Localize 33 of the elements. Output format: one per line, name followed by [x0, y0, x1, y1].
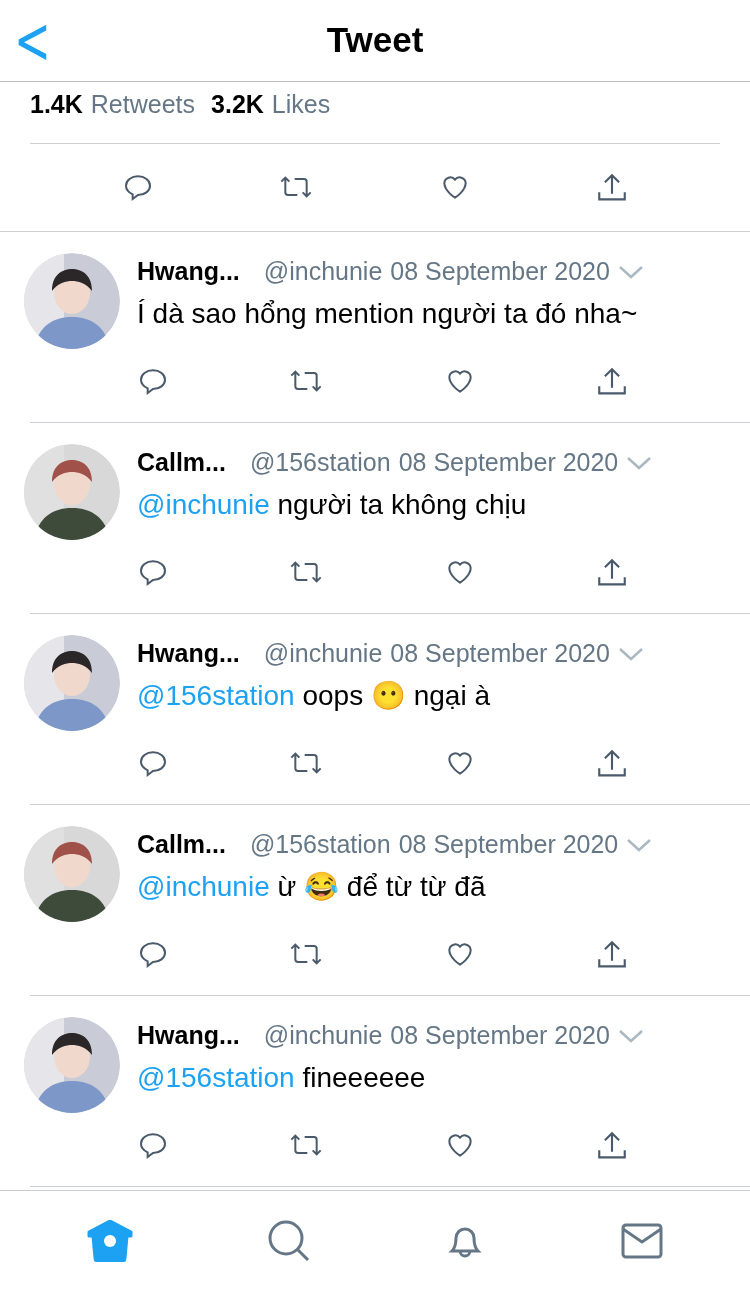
- reply-text: Í dà sao hổng mention người ta đó nha~: [137, 296, 639, 331]
- user-handle: @inchunie: [263, 1020, 383, 1051]
- reply-text: @156station fineeeeee: [137, 1060, 427, 1095]
- mention-link[interactable]: @inchunie: [137, 870, 270, 902]
- reply-text: @inchunie ừ 😂 để từ từ đã: [137, 869, 487, 904]
- user-name[interactable]: Callm...: [137, 444, 226, 482]
- page-title: Tweet: [326, 19, 424, 62]
- mail-icon[interactable]: [620, 1222, 663, 1259]
- user-handle: @inchunie: [263, 256, 383, 287]
- user-name[interactable]: Callm...: [137, 826, 226, 864]
- tweet-date: 08 September 2020: [390, 638, 610, 669]
- mention-link[interactable]: @156station: [137, 679, 295, 711]
- mention-link[interactable]: @inchunie: [137, 488, 270, 520]
- user-handle: @156station: [249, 447, 391, 478]
- user-name[interactable]: Hwang...: [137, 635, 240, 673]
- reply-text: @inchunie người ta không chịu: [137, 487, 528, 522]
- tweet-date: 08 September 2020: [390, 1020, 610, 1051]
- stat-label[interactable]: Retweets: [90, 86, 196, 143]
- back-button[interactable]: <: [14, 7, 51, 73]
- search-icon[interactable]: [267, 1219, 310, 1262]
- stat-label[interactable]: Likes: [271, 86, 331, 143]
- mention-link[interactable]: @156station: [137, 1061, 295, 1093]
- user-name[interactable]: Hwang...: [137, 253, 240, 291]
- tweet-date: 08 September 2020: [390, 256, 610, 287]
- user-handle: @156station: [249, 829, 391, 860]
- tweet-date: 08 September 2020: [398, 447, 619, 478]
- stat-count: 1.4K: [30, 89, 83, 120]
- user-handle: @inchunie: [263, 638, 383, 669]
- tweet-date: 08 September 2020: [398, 829, 619, 860]
- stat-count: 3.2K: [211, 89, 264, 120]
- user-name[interactable]: Hwang...: [137, 1017, 240, 1055]
- home-icon[interactable]: [87, 1219, 134, 1262]
- reply-text: @156station oops 😶 ngại à: [137, 678, 491, 713]
